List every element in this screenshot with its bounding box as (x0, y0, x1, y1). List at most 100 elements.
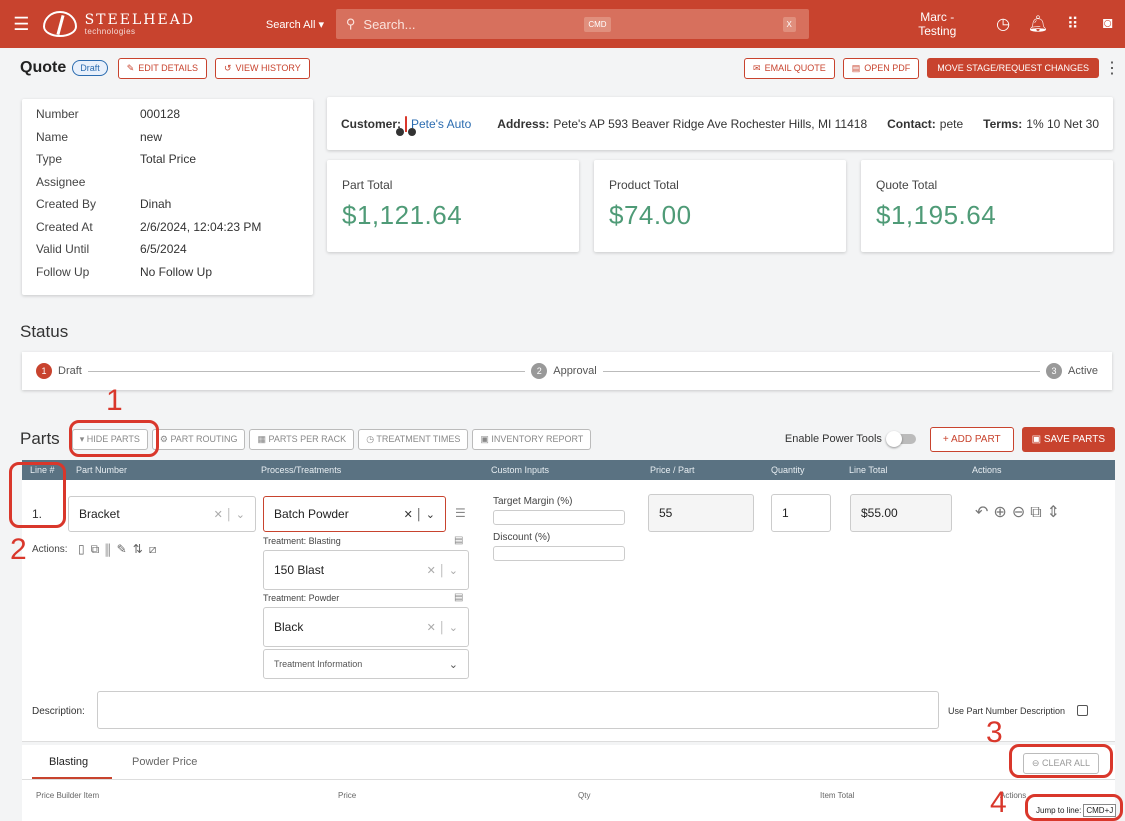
hamburger-menu-icon[interactable]: ☰ (0, 14, 43, 35)
col-part-number: Part Number (76, 465, 128, 475)
clear-chevron-icon[interactable]: ✕ │ ⌄ (427, 564, 458, 577)
email-quote-label: EMAIL QUOTE (764, 63, 826, 73)
step-active[interactable]: 3 Active (1046, 363, 1098, 379)
use-part-desc-checkbox[interactable] (1077, 705, 1088, 716)
discount-input[interactable] (493, 546, 625, 561)
annotation-ring-4 (1025, 794, 1123, 821)
blasting-value: 150 Blast (274, 563, 325, 577)
pdf-icon: ▤ (851, 62, 861, 73)
col-custom-inputs: Custom Inputs (491, 465, 550, 475)
clear-chevron-icon[interactable]: ✕ │ ⌄ (214, 508, 245, 521)
quantity-value: 1 (782, 506, 789, 520)
detail-key: Created By (36, 197, 97, 212)
bell-icon[interactable]: 🔔︎ (1021, 14, 1056, 34)
view-history-button[interactable]: ↺ VIEW HISTORY (214, 57, 310, 79)
detail-row: Number 000128 (36, 103, 261, 126)
detail-value[interactable]: Dinah (140, 197, 171, 211)
line-total-field: $55.00 (850, 494, 952, 532)
row-action-icons[interactable]: ▯⧉⫼✎⇅⧄ (78, 542, 162, 557)
note-icon[interactable]: ▤ (454, 535, 463, 546)
email-quote-button[interactable]: ✉ EMAIL QUOTE (744, 57, 835, 79)
inventory-report-button[interactable]: ▣ INVENTORY REPORT (472, 428, 592, 450)
line-action-icons[interactable]: ↶⊕⊖⧉⇕ (975, 502, 1065, 522)
line-total-value: $55.00 (861, 506, 898, 520)
process-select[interactable]: Batch Powder ✕ │ ⌄ (263, 496, 446, 532)
note-icon[interactable]: ▤ (454, 592, 463, 603)
clock-icon[interactable]: ◷ (986, 14, 1021, 34)
col-price: Price (338, 791, 357, 800)
powder-value: Black (274, 620, 304, 634)
col-quantity: Quantity (771, 465, 805, 475)
detail-key: Number (36, 107, 79, 122)
apps-grid-icon[interactable]: ⠿ (1055, 14, 1090, 34)
history-icon: ↺ (223, 62, 232, 73)
tab-blasting[interactable]: Blasting (49, 756, 88, 768)
move-stage-button[interactable]: MOVE STAGE/REQUEST CHANGES (927, 58, 1099, 78)
annotation-4: 4 (990, 786, 1007, 819)
power-tools-label: Enable Power Tools (784, 433, 882, 445)
detail-key: Assignee (36, 174, 86, 189)
search-scope-dropdown[interactable]: Search All ▾ (266, 18, 326, 31)
email-icon: ✉ (753, 62, 761, 73)
clear-chevron-icon[interactable]: ✕ │ ⌄ (404, 508, 435, 521)
description-input[interactable] (97, 691, 939, 729)
detail-value: new (140, 129, 163, 144)
top-bar: ☰ STEELHEAD technologies Search All ▾ ⚲ … (0, 0, 1125, 48)
clear-chevron-icon[interactable]: ✕ │ ⌄ (427, 621, 458, 634)
list-icon[interactable]: ☰ (455, 506, 466, 520)
step-number: 2 (531, 363, 548, 379)
detail-value: Total Price (140, 152, 197, 167)
blasting-select[interactable]: 150 Blast ✕ │ ⌄ (263, 550, 469, 590)
view-history-label: VIEW HISTORY (235, 63, 301, 73)
annotation-ring-3 (1009, 744, 1113, 778)
parts-toolbar: Parts ▾ HIDE PARTS ⚙ PART ROUTING ▦ PART… (20, 424, 1115, 454)
open-pdf-button[interactable]: ▤ OPEN PDF (842, 57, 920, 79)
detail-row: Follow Up No Follow Up (36, 261, 261, 284)
part-number-select[interactable]: Bracket ✕ │ ⌄ (68, 496, 256, 532)
edit-details-label: EDIT DETAILS (138, 63, 198, 73)
parts-per-rack-button[interactable]: ▦ PARTS PER RACK (249, 428, 355, 450)
price-per-part-input[interactable]: 55 (648, 494, 754, 532)
quantity-input[interactable]: 1 (771, 494, 831, 532)
routing-icon: ⚙ (159, 433, 171, 444)
kbd-x: X (782, 16, 796, 32)
user-name: Marc - (920, 10, 955, 24)
user-org: Testing (918, 24, 957, 38)
step-draft[interactable]: 1 Draft (36, 363, 82, 379)
detail-key: Type (36, 152, 63, 167)
kbd-cmd: CMD (584, 16, 611, 32)
pencil-icon: ✎ (126, 62, 135, 73)
save-parts-button[interactable]: ▣ SAVE PARTS (1021, 426, 1115, 452)
open-pdf-label: OPEN PDF (864, 63, 911, 73)
edit-details-button[interactable]: ✎ EDIT DETAILS (117, 57, 207, 79)
quote-details-card: Number 000128 Name new Type Total Price Assign… (22, 99, 313, 295)
search-input[interactable]: ⚲ Search... CMD X (335, 9, 809, 39)
contact-value: pete (939, 116, 964, 131)
quote-total-label: Quote Total (876, 178, 938, 192)
more-options-icon[interactable]: ⋮ (1099, 58, 1125, 78)
treatment-info-accordion[interactable]: Treatment Information ⌄ (263, 649, 469, 679)
detail-row: Valid Until 6/5/2024 (36, 238, 261, 261)
powder-select[interactable]: Black ✕ │ ⌄ (263, 607, 469, 647)
logo[interactable]: STEELHEAD technologies (42, 11, 246, 37)
target-margin-input[interactable] (493, 510, 625, 525)
customer-link[interactable]: Pete's Auto (411, 117, 471, 131)
tab-powder-price[interactable]: Powder Price (132, 756, 197, 768)
step-approval[interactable]: 2 Approval (531, 363, 597, 379)
target-margin-label: Target Margin (%) (493, 496, 573, 507)
add-part-button[interactable]: + ADD PART (929, 426, 1014, 452)
parts-table-header: Line # Part Number Process/Treatments Cu… (22, 460, 1115, 480)
treatment-powder-label: Treatment: Powder (263, 593, 340, 603)
camera-icon[interactable]: ◙ (1090, 15, 1125, 33)
power-tools-toggle[interactable] (885, 431, 916, 447)
treatment-times-button[interactable]: ◷ TREATMENT TIMES (358, 428, 469, 450)
details-table: Number 000128 Name new Type Total Price Assign… (36, 103, 261, 283)
save-parts-label: SAVE PARTS (1043, 433, 1105, 445)
user-menu[interactable]: Marc - Testing (889, 10, 986, 38)
col-price-part: Price / Part (650, 465, 695, 475)
detail-row: Type Total Price (36, 148, 261, 171)
detail-value: No Follow Up (140, 264, 213, 279)
use-part-desc-label: Use Part Number Description (948, 706, 1066, 716)
part-routing-button[interactable]: ⚙ PART ROUTING (151, 428, 246, 450)
detail-key: Created At (36, 219, 93, 234)
